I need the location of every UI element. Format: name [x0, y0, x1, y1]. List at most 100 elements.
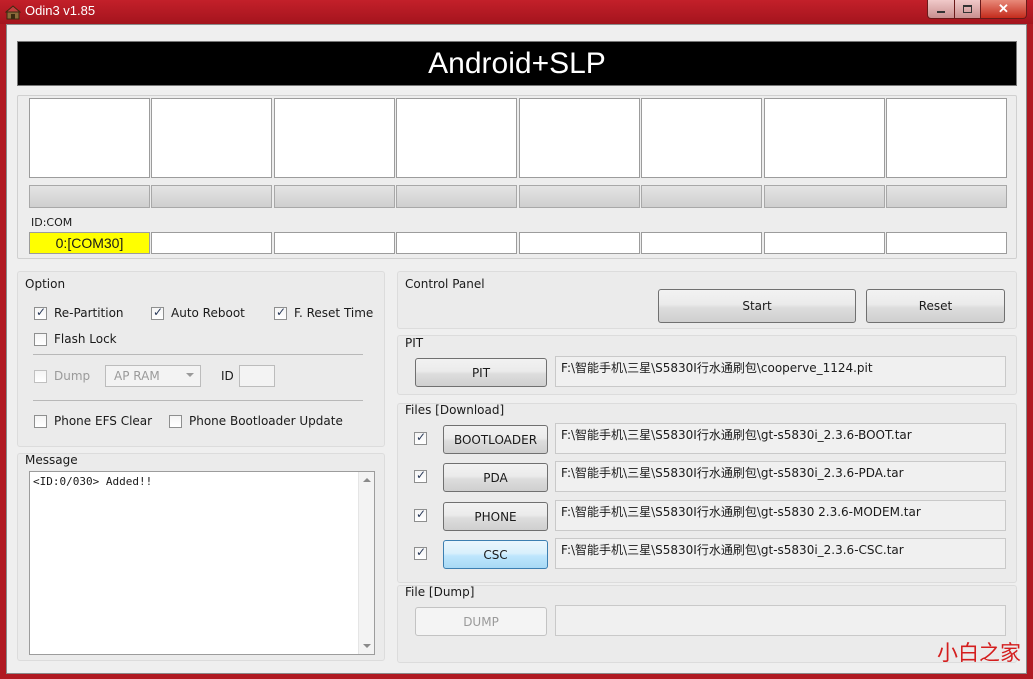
com-port-6: [641, 232, 762, 254]
slot-progress-8: [886, 185, 1007, 208]
com-port-5: [519, 232, 640, 254]
slot-status-6: [641, 98, 762, 178]
pda-path-field[interactable]: F:\智能手机\三星\S5830I行水通刷包\gt-s5830i_2.3.6-P…: [555, 461, 1006, 492]
chevron-down-icon: [186, 373, 194, 377]
file-dump-title: File [Dump]: [405, 585, 475, 599]
dump-path-field[interactable]: [555, 605, 1006, 636]
slot-status-3: [274, 98, 395, 178]
phone-bootloader-update-checkbox[interactable]: [169, 415, 182, 428]
start-button[interactable]: Start: [658, 289, 856, 323]
slot-status-7: [764, 98, 885, 178]
slot-status-5: [519, 98, 640, 178]
message-scrollbar[interactable]: [358, 472, 374, 654]
message-log[interactable]: <ID:0/030> Added!!: [29, 471, 375, 655]
auto-reboot-checkbox[interactable]: [151, 305, 164, 320]
close-button[interactable]: ✕: [981, 0, 1027, 19]
banner-text: Android+SLP: [428, 46, 606, 80]
slot-progress-4: [396, 185, 517, 208]
slot-progress-1: [29, 185, 150, 208]
watermark-text: 小白之家: [937, 641, 1021, 665]
window-title: Odin3 v1.85: [25, 3, 96, 18]
slot-status-2: [151, 98, 272, 178]
mode-banner: Android+SLP: [17, 41, 1017, 86]
pit-title: PIT: [405, 336, 424, 350]
com-port-2: [151, 232, 272, 254]
slot-status-4: [396, 98, 517, 178]
pit-button[interactable]: PIT: [415, 358, 547, 387]
phone-efs-clear-checkbox[interactable]: [34, 415, 47, 428]
dump-id-label: ID: [221, 369, 234, 383]
slot-progress-3: [274, 185, 395, 208]
pda-label: PDA: [483, 470, 508, 485]
pit-path: F:\智能手机\三星\S5830I行水通刷包\cooperve_1124.pit: [561, 361, 873, 375]
phone-bootloader-update-label[interactable]: Phone Bootloader Update: [189, 414, 343, 428]
slot-status-1: [29, 98, 150, 178]
csc-path: F:\智能手机\三星\S5830I行水通刷包\gt-s5830i_2.3.6-C…: [561, 543, 904, 557]
slot-progress-7: [764, 185, 885, 208]
com-port-4: [396, 232, 517, 254]
dump-type-select[interactable]: AP RAM: [105, 365, 201, 387]
bootloader-path: F:\智能手机\三星\S5830I行水通刷包\gt-s5830i_2.3.6-B…: [561, 428, 912, 442]
phone-label: PHONE: [474, 509, 517, 524]
client-area: Android+SLP ID:COM 0:[COM30] Option Re-P…: [6, 24, 1027, 674]
bootloader-button[interactable]: BOOTLOADER: [443, 425, 548, 454]
pda-checkbox[interactable]: [414, 468, 427, 483]
maximize-icon: [963, 5, 972, 13]
id-com-label: ID:COM: [31, 216, 73, 229]
com-port-7: [764, 232, 885, 254]
scroll-down-icon[interactable]: [363, 644, 371, 648]
csc-path-field[interactable]: F:\智能手机\三星\S5830I行水通刷包\gt-s5830i_2.3.6-C…: [555, 538, 1006, 569]
slot-progress-5: [519, 185, 640, 208]
minimize-button[interactable]: [927, 0, 955, 19]
window-controls: ✕: [927, 0, 1027, 20]
flash-lock-label[interactable]: Flash Lock: [54, 332, 117, 346]
pda-button[interactable]: PDA: [443, 463, 548, 492]
phone-checkbox[interactable]: [414, 507, 427, 522]
minimize-icon: [937, 11, 945, 13]
bootloader-path-field[interactable]: F:\智能手机\三星\S5830I行水通刷包\gt-s5830i_2.3.6-B…: [555, 423, 1006, 454]
phone-efs-clear-label[interactable]: Phone EFS Clear: [54, 414, 152, 428]
maximize-button[interactable]: [955, 0, 981, 19]
reset-button[interactable]: Reset: [866, 289, 1005, 323]
dump-id-input[interactable]: [239, 365, 275, 387]
close-icon: ✕: [998, 1, 1009, 16]
com-port-8: [886, 232, 1007, 254]
dump-button[interactable]: DUMP: [415, 607, 547, 636]
slot-status-8: [886, 98, 1007, 178]
window-frame-bottom: [0, 674, 1033, 679]
app-icon: [5, 5, 21, 20]
dump-label: Dump: [54, 369, 91, 383]
phone-path: F:\智能手机\三星\S5830I行水通刷包\gt-s5830 2.3.6-MO…: [561, 505, 921, 519]
csc-label: CSC: [483, 547, 508, 562]
window-frame-right: [1027, 24, 1033, 679]
title-bar[interactable]: Odin3 v1.85 ✕: [0, 0, 1033, 24]
dump-type-value: AP RAM: [114, 369, 160, 383]
dump-button-label: DUMP: [463, 614, 499, 629]
pit-path-field[interactable]: F:\智能手机\三星\S5830I行水通刷包\cooperve_1124.pit: [555, 356, 1006, 387]
bootloader-checkbox[interactable]: [414, 430, 427, 445]
re-partition-label[interactable]: Re-Partition: [54, 306, 124, 320]
com-port-3: [274, 232, 395, 254]
message-log-text: <ID:0/030> Added!!: [33, 475, 153, 488]
reset-label: Reset: [918, 299, 953, 313]
option-divider-2: [33, 400, 363, 401]
scroll-up-icon[interactable]: [363, 478, 371, 482]
bootloader-label: BOOTLOADER: [453, 432, 538, 447]
auto-reboot-label[interactable]: Auto Reboot: [171, 306, 245, 320]
dump-checkbox[interactable]: [34, 370, 47, 383]
csc-button[interactable]: CSC: [443, 540, 548, 569]
slot-progress-6: [641, 185, 762, 208]
pit-button-label: PIT: [471, 365, 491, 380]
phone-path-field[interactable]: F:\智能手机\三星\S5830I行水通刷包\gt-s5830 2.3.6-MO…: [555, 500, 1006, 531]
phone-button[interactable]: PHONE: [443, 502, 548, 531]
com-port-1: 0:[COM30]: [29, 232, 150, 254]
csc-checkbox[interactable]: [414, 545, 427, 560]
flash-lock-checkbox[interactable]: [34, 333, 47, 346]
f-reset-time-label[interactable]: F. Reset Time: [294, 306, 373, 320]
re-partition-checkbox[interactable]: [34, 305, 47, 320]
f-reset-time-checkbox[interactable]: [274, 305, 287, 320]
option-title: Option: [25, 277, 66, 291]
option-divider-1: [33, 354, 363, 355]
pda-path: F:\智能手机\三星\S5830I行水通刷包\gt-s5830i_2.3.6-P…: [561, 466, 904, 480]
control-panel-title: Control Panel: [405, 277, 485, 291]
